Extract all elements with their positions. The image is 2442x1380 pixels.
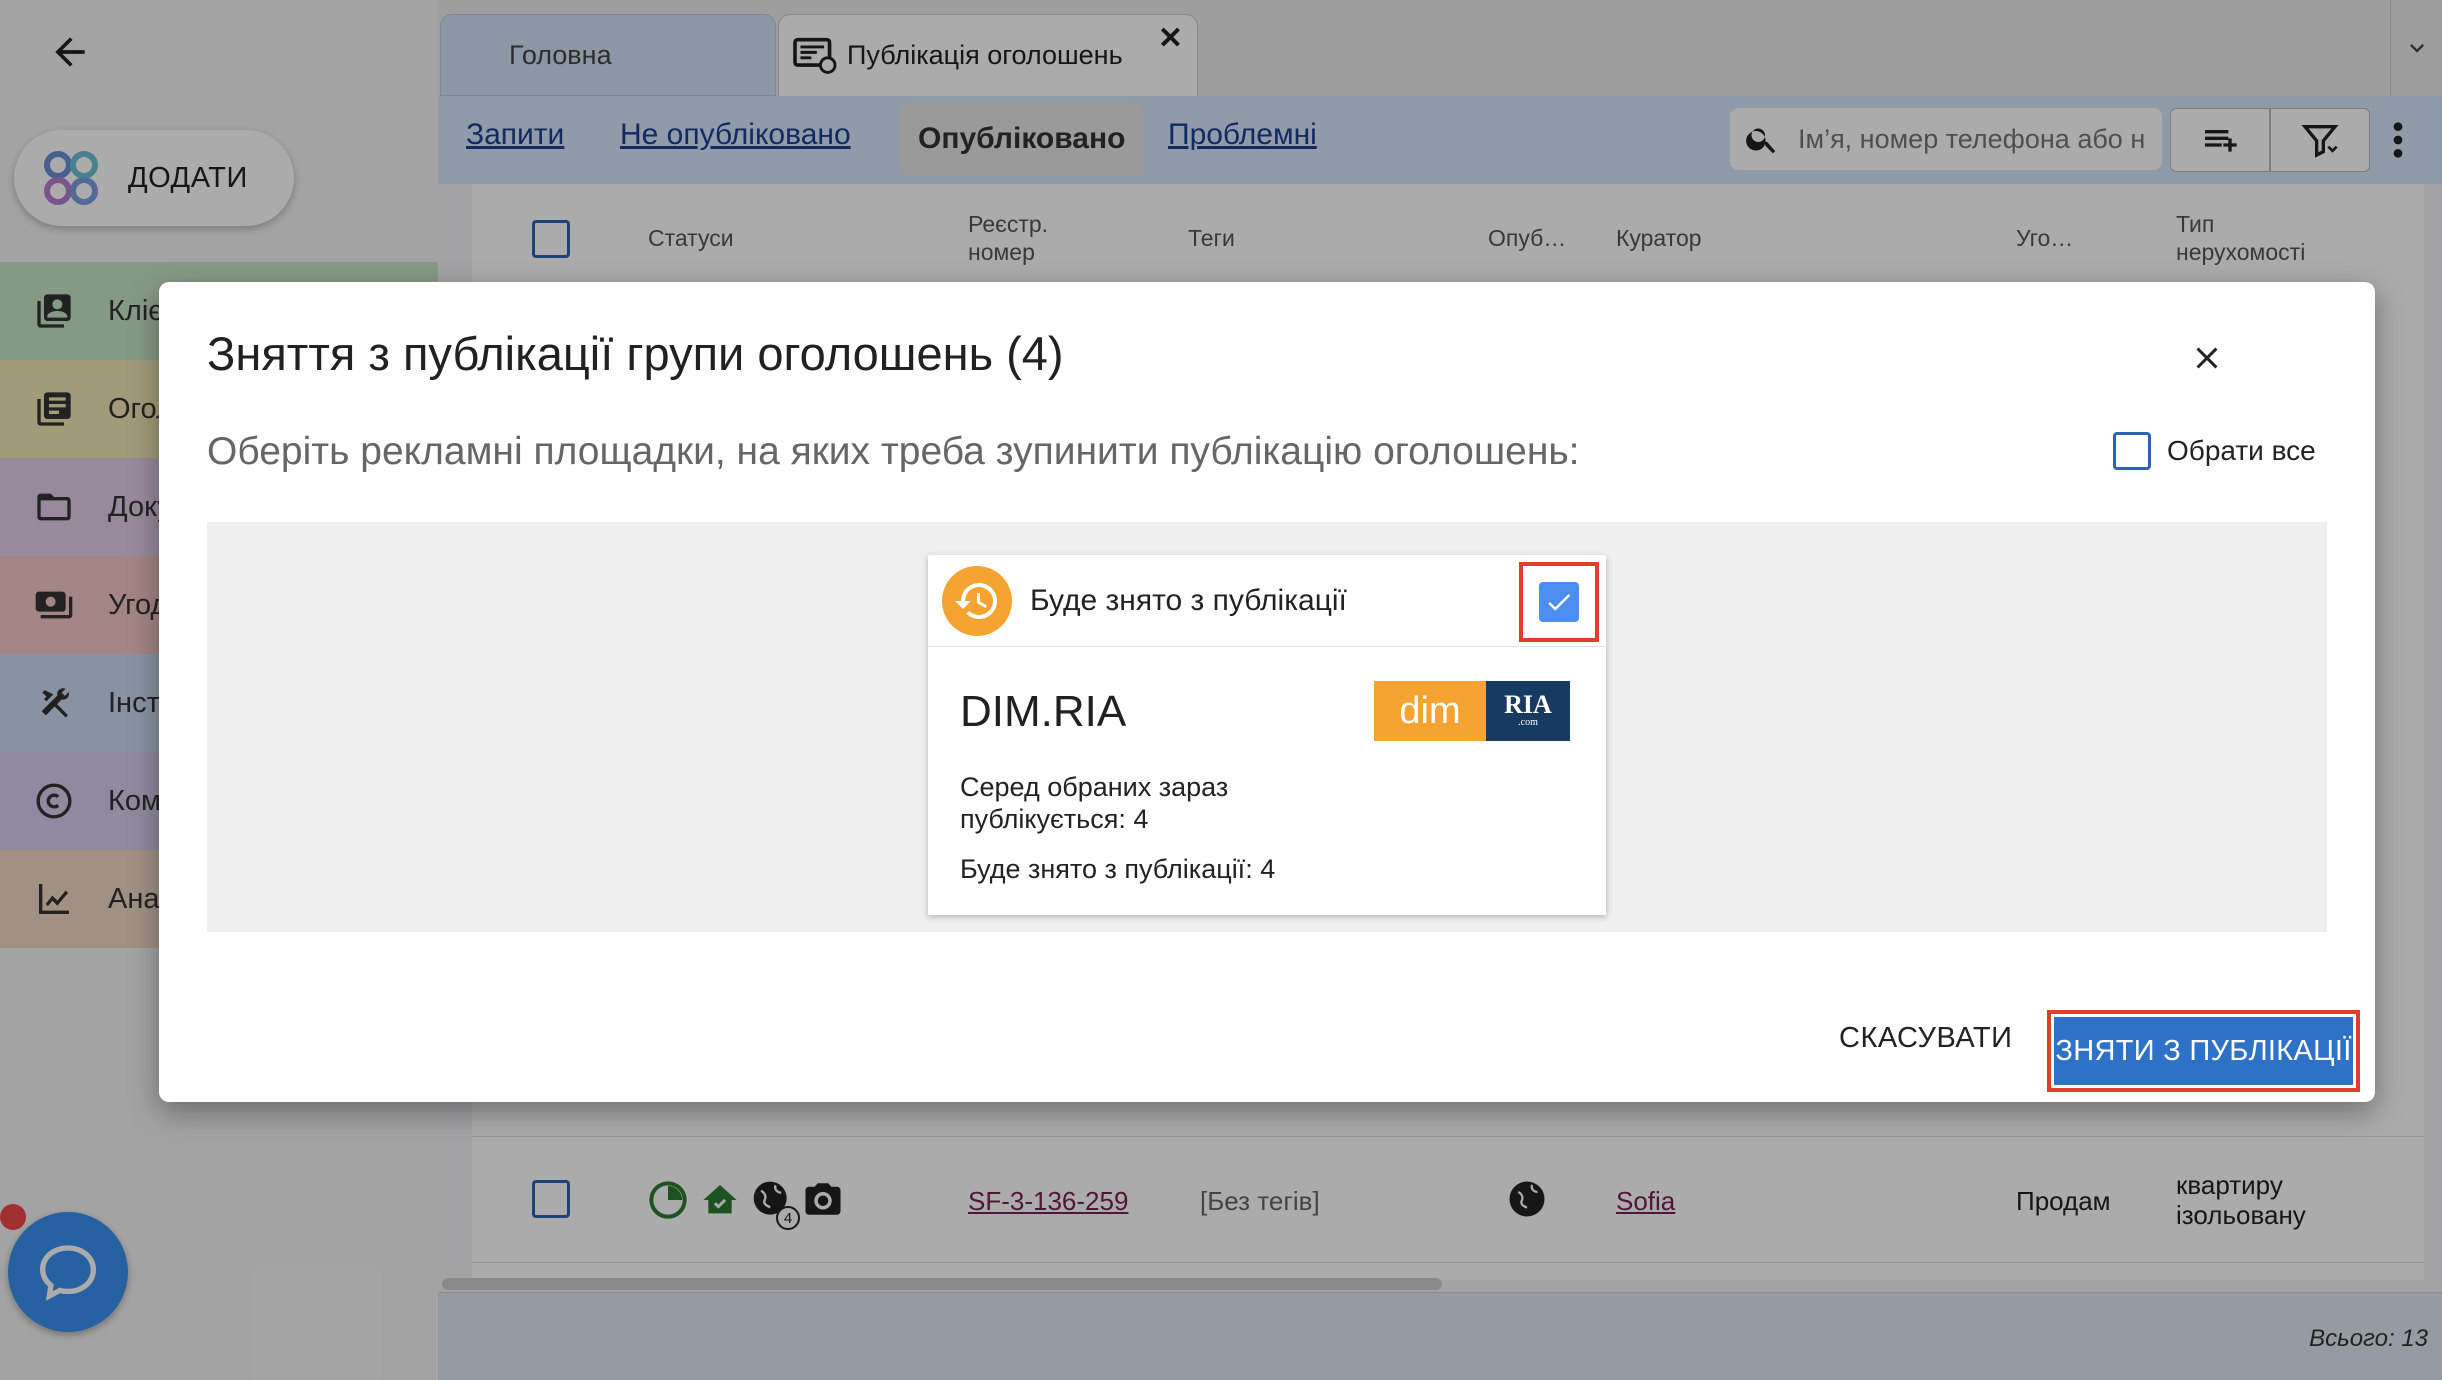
dialog-close-button[interactable] xyxy=(2183,334,2231,382)
checkbox-checked[interactable] xyxy=(1539,582,1579,622)
dialog-title: Зняття з публікації групи оголошень (4) xyxy=(207,327,1064,380)
platform-checkbox[interactable] xyxy=(1519,562,1599,642)
cancel-button[interactable]: СКАСУВАТИ xyxy=(1839,1022,2012,1055)
unpublish-dialog: Зняття з публікації групи оголошень (4) … xyxy=(159,282,2375,1102)
logo-ria-part: RIA .com xyxy=(1486,681,1570,741)
platform-card-header: Буде знято з публікації xyxy=(928,555,1606,647)
platform-info-line2: публікується: 4 xyxy=(960,804,1149,834)
platform-info-line1: Серед обраних зараз xyxy=(960,772,1229,802)
logo-ria-sub: .com xyxy=(1518,717,1538,728)
check-icon xyxy=(1548,594,1571,611)
platform-status-label: Буде знято з публікації xyxy=(1030,583,1347,617)
platform-card-dimria: Буде знято з публікації DIM.RIA dim RIA … xyxy=(928,555,1606,915)
platforms-area: Буде знято з публікації DIM.RIA dim RIA … xyxy=(207,522,2327,932)
select-all-checkbox-box[interactable] xyxy=(2113,432,2151,470)
dimria-logo: dim RIA .com xyxy=(1374,681,1570,741)
unpublish-button[interactable]: ЗНЯТИ З ПУБЛІКАЦІЇ xyxy=(2054,1017,2353,1085)
dialog-subtitle: Оберіть рекламні площадки, на яких треба… xyxy=(207,430,1580,473)
confirm-button-highlight: ЗНЯТИ З ПУБЛІКАЦІЇ xyxy=(2047,1010,2360,1092)
platform-name: DIM.RIA xyxy=(960,687,1127,736)
select-all-label: Обрати все xyxy=(2167,435,2316,466)
history-icon xyxy=(942,565,1012,636)
logo-dim-part: dim xyxy=(1374,681,1486,741)
select-all-checkbox[interactable]: Обрати все xyxy=(2113,432,2316,470)
close-icon xyxy=(2196,347,2218,369)
logo-ria-text: RIA xyxy=(1504,690,1552,719)
platform-info-line3: Буде знято з публікації: 4 xyxy=(960,854,1276,884)
